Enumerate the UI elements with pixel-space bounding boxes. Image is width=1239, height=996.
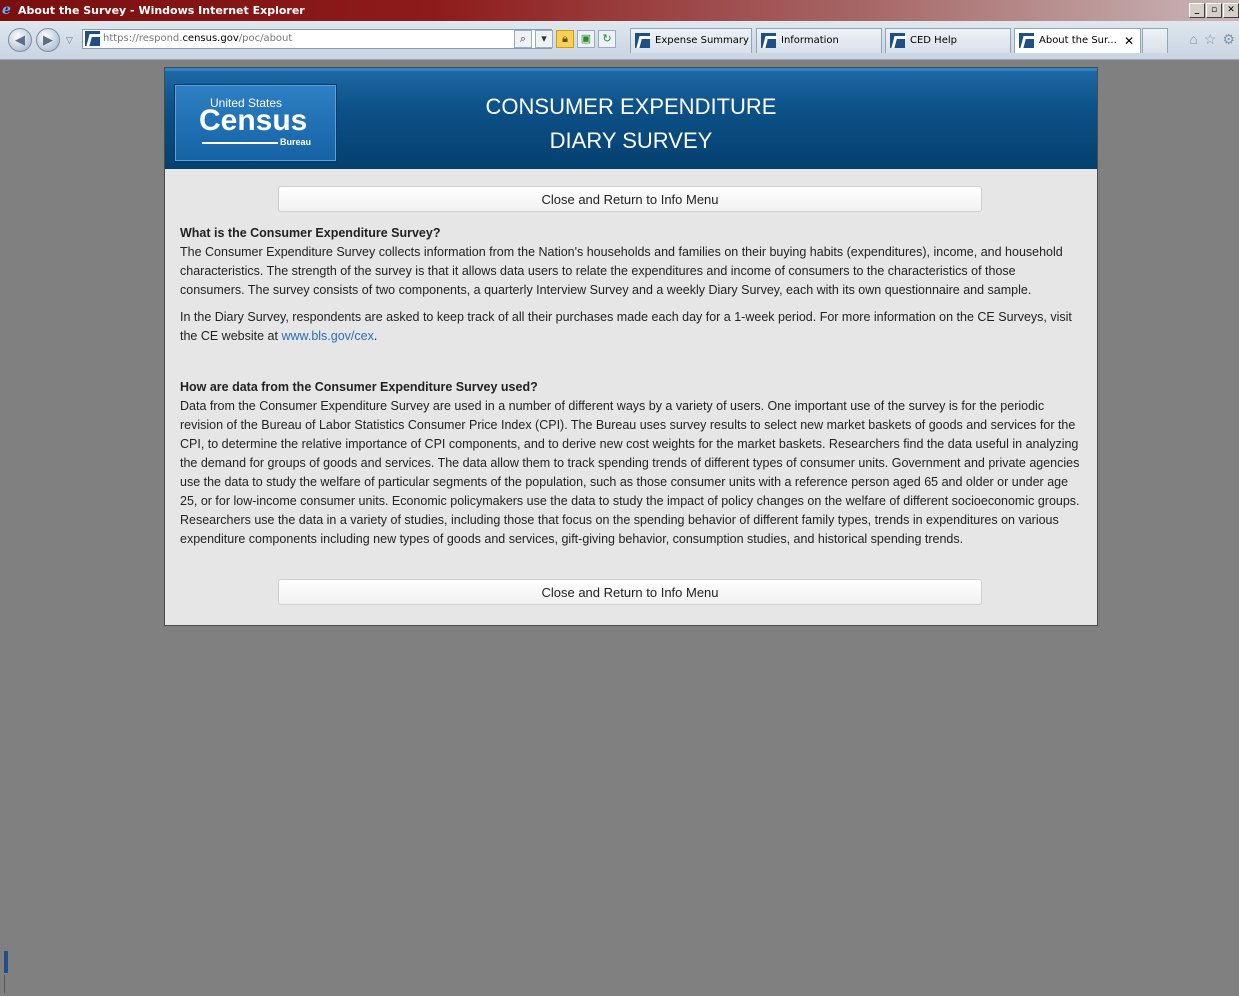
new-tab-button[interactable] bbox=[1142, 28, 1168, 53]
section-what-is: What is the Consumer Expenditure Survey?… bbox=[180, 224, 1082, 346]
paragraph-text: . bbox=[373, 329, 378, 343]
browser-toolbar: ◀ ▶ ▽ https://respond.census.gov/poc/abo… bbox=[0, 21, 1239, 60]
lock-icon[interactable]: 🔒︎ bbox=[556, 30, 574, 48]
header-accent-line bbox=[165, 68, 1097, 71]
refresh-icon[interactable]: ↻ bbox=[598, 30, 616, 48]
page-title-line2: DIARY SURVEY bbox=[549, 128, 713, 153]
url-path: /poc/about bbox=[238, 33, 293, 44]
tab-favicon-icon bbox=[635, 33, 650, 48]
survey-info-card: United States Census Bureau CONSUMER EXP… bbox=[164, 67, 1098, 626]
compatibility-view-icon[interactable]: ▣ bbox=[577, 30, 595, 48]
close-return-button-top[interactable]: Close and Return to Info Menu bbox=[278, 186, 982, 212]
section-paragraph: In the Diary Survey, respondents are ask… bbox=[180, 308, 1082, 346]
tab-label: About the Sur... bbox=[1039, 35, 1117, 46]
page-header: United States Census Bureau CONSUMER EXP… bbox=[165, 68, 1097, 169]
restore-button[interactable]: ▫ bbox=[1206, 3, 1222, 18]
section-heading: How are data from the Consumer Expenditu… bbox=[180, 380, 538, 394]
tab-about-survey[interactable]: About the Sur... ✕ bbox=[1014, 28, 1141, 53]
section-paragraph: Data from the Consumer Expenditure Surve… bbox=[180, 399, 1080, 546]
close-return-button-bottom[interactable]: Close and Return to Info Menu bbox=[278, 579, 982, 605]
gear-icon[interactable]: ⚙ bbox=[1222, 31, 1235, 48]
tab-ced-help[interactable]: CED Help bbox=[885, 28, 1011, 53]
section-heading: What is the Consumer Expenditure Survey? bbox=[180, 226, 441, 240]
page-title-line1: CONSUMER EXPENDITURE bbox=[485, 94, 777, 119]
ie-logo-icon: e bbox=[2, 2, 11, 18]
close-window-button[interactable]: ✕ bbox=[1223, 3, 1239, 18]
census-logo: United States Census Bureau bbox=[175, 85, 336, 161]
address-bar[interactable]: https://respond.census.gov/poc/about bbox=[82, 29, 552, 49]
tab-close-icon[interactable]: ✕ bbox=[1124, 29, 1134, 53]
minimize-button[interactable]: _ bbox=[1189, 3, 1205, 18]
logo-rule bbox=[202, 142, 278, 144]
address-dropdown-icon[interactable]: ▾ bbox=[535, 30, 553, 48]
url-domain: census.gov bbox=[182, 33, 239, 44]
url-host: https://respond. bbox=[103, 33, 183, 44]
section-how-used: How are data from the Consumer Expenditu… bbox=[180, 378, 1082, 549]
tab-favicon-icon bbox=[890, 33, 905, 48]
browser-right-tools: ⌂ ☆ ⚙ bbox=[1189, 31, 1235, 48]
site-favicon-icon bbox=[85, 31, 100, 46]
tab-label: Expense Summary bbox=[655, 35, 749, 46]
star-icon[interactable]: ☆ bbox=[1204, 31, 1217, 48]
back-arrow-icon[interactable]: ◀ bbox=[8, 28, 32, 52]
forward-arrow-icon[interactable]: ▶ bbox=[36, 28, 60, 52]
home-icon[interactable]: ⌂ bbox=[1189, 31, 1197, 48]
left-edge-marker bbox=[4, 975, 5, 993]
address-url: https://respond.census.gov/poc/about bbox=[103, 30, 292, 48]
logo-bureau: Bureau bbox=[280, 137, 312, 147]
tab-label: Information bbox=[781, 35, 839, 46]
page-title: CONSUMER EXPENDITURE DIARY SURVEY bbox=[465, 90, 797, 158]
tab-information[interactable]: Information bbox=[756, 28, 882, 53]
search-icon[interactable]: ⌕ bbox=[514, 30, 532, 48]
tab-favicon-icon bbox=[1019, 33, 1034, 48]
window-title: About the Survey - Windows Internet Expl… bbox=[18, 4, 305, 17]
left-edge-marker bbox=[4, 951, 8, 973]
tab-label: CED Help bbox=[910, 35, 957, 46]
address-tools: ⌕ ▾ 🔒︎ ▣ ↻ bbox=[514, 30, 616, 48]
tab-expense-summary[interactable]: Expense Summary bbox=[630, 28, 752, 53]
window-controls: _ ▫ ✕ bbox=[1189, 3, 1239, 18]
window-title-bar: e About the Survey - Windows Internet Ex… bbox=[0, 0, 1239, 21]
tab-favicon-icon bbox=[761, 33, 776, 48]
history-dropdown-icon[interactable]: ▽ bbox=[66, 35, 73, 46]
bls-cex-link[interactable]: www.bls.gov/cex bbox=[281, 329, 373, 343]
logo-census: Census bbox=[199, 104, 308, 137]
section-paragraph: The Consumer Expenditure Survey collects… bbox=[180, 245, 1063, 297]
